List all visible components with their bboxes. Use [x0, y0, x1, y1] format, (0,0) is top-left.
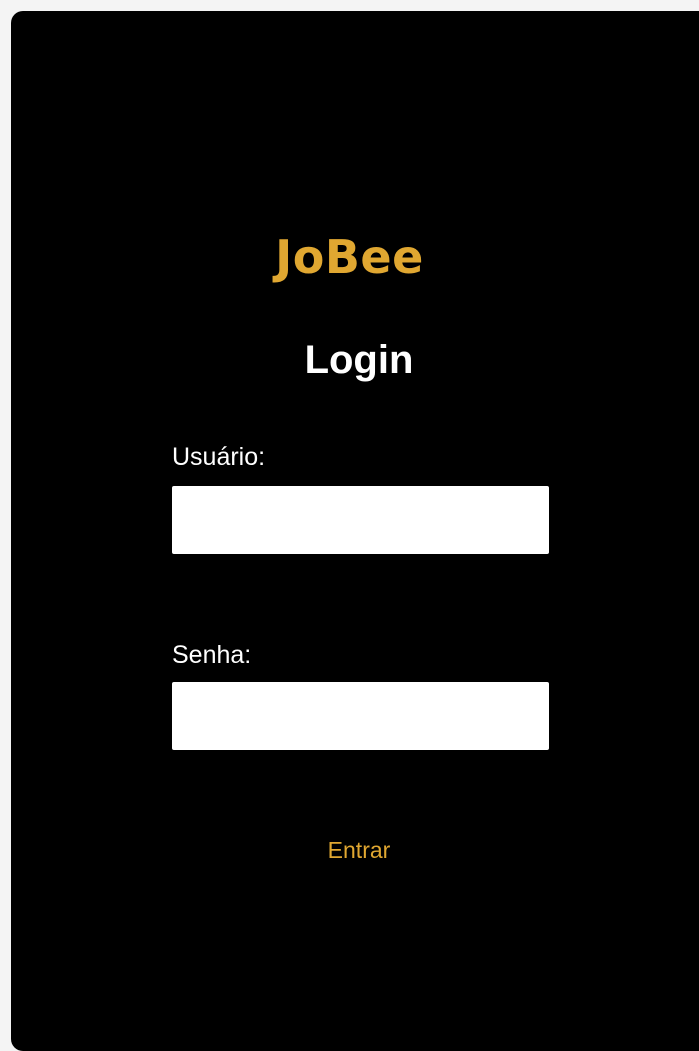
password-label: Senha: — [172, 641, 252, 669]
username-label: Usuário: — [172, 443, 266, 471]
login-title: Login — [304, 338, 414, 382]
password-input[interactable] — [172, 682, 549, 750]
brand-logo: JoBee — [275, 230, 424, 284]
username-input[interactable] — [172, 486, 549, 554]
submit-button[interactable]: Entrar — [0, 834, 699, 866]
